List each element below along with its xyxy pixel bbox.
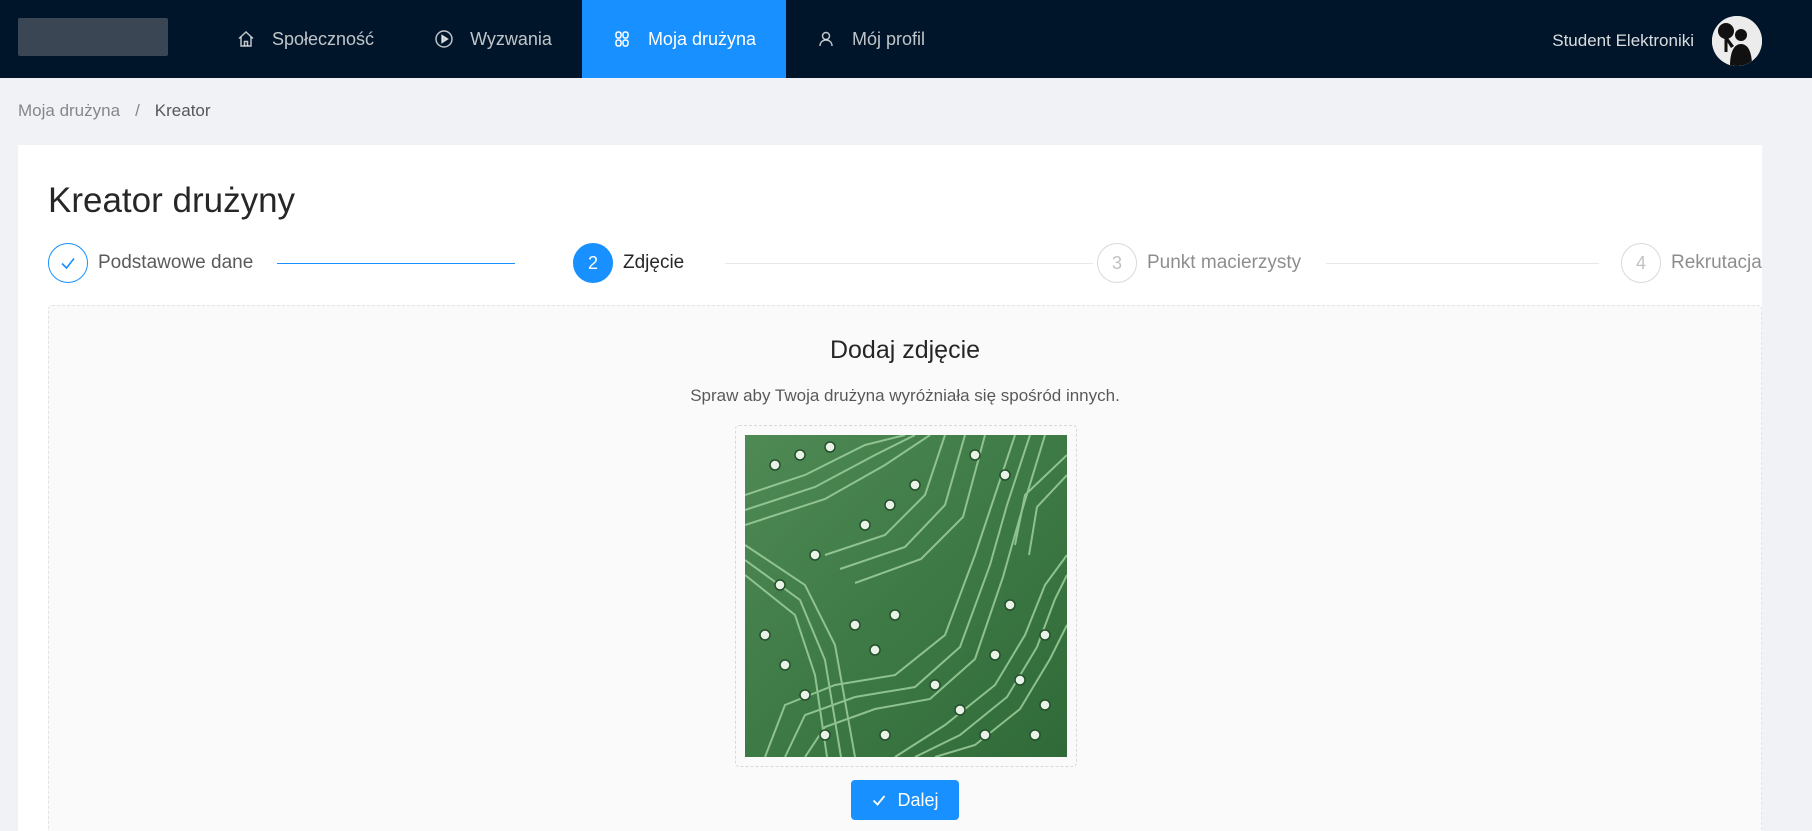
play-circle-icon bbox=[434, 29, 454, 49]
breadcrumb: Moja drużyna / Kreator bbox=[18, 101, 211, 121]
step-photo: 2 Zdjęcie bbox=[573, 243, 684, 283]
user-name: Student Elektroniki bbox=[1552, 31, 1694, 50]
user-menu[interactable]: Student Elektroniki bbox=[1552, 16, 1762, 66]
photo-upload-box[interactable] bbox=[735, 425, 1077, 767]
main-nav: Społeczność Wyzwania Moja drużyna Mój pr… bbox=[206, 0, 955, 78]
step-home-point: 3 Punkt macierzysty bbox=[1097, 243, 1301, 283]
logo[interactable] bbox=[18, 18, 168, 56]
breadcrumb-separator: / bbox=[135, 101, 140, 120]
step-number: 4 bbox=[1621, 243, 1661, 283]
step-title: Podstawowe dane bbox=[98, 252, 254, 273]
step-title: Zdjęcie bbox=[623, 252, 685, 273]
panel-title: Dodaj zdjęcie bbox=[829, 336, 981, 364]
home-icon bbox=[236, 29, 256, 49]
step-number: 2 bbox=[573, 243, 613, 283]
next-button[interactable]: Dalej bbox=[851, 780, 959, 820]
step-title: Rekrutacja bbox=[1671, 252, 1762, 273]
nav-item-community[interactable]: Społeczność bbox=[206, 0, 404, 78]
step-connector bbox=[1326, 263, 1599, 264]
nav-item-label: Społeczność bbox=[272, 28, 375, 49]
top-header: Społeczność Wyzwania Moja drużyna Mój pr… bbox=[0, 0, 1812, 78]
step-number: 3 bbox=[1097, 243, 1137, 283]
nav-item-my-team[interactable]: Moja drużyna bbox=[581, 0, 786, 78]
panel-subtitle: Spraw aby Twoja drużyna wyróżniała się s… bbox=[690, 386, 1120, 405]
nav-item-my-profile[interactable]: Mój profil bbox=[786, 0, 955, 78]
breadcrumb-item-creator: Kreator bbox=[154, 101, 211, 120]
step-title: Punkt macierzysty bbox=[1147, 252, 1302, 273]
nav-item-label: Moja drużyna bbox=[647, 28, 756, 49]
photo-upload-panel: Dodaj zdjęcie Spraw aby Twoja drużyna wy… bbox=[48, 305, 1762, 831]
step-recruitment: 4 Rekrutacja bbox=[1621, 243, 1762, 283]
circuit-board-image bbox=[745, 435, 1067, 757]
step-connector bbox=[277, 263, 515, 264]
step-basic-data: Podstawowe dane bbox=[48, 243, 253, 283]
nav-item-label: Wyzwania bbox=[470, 28, 552, 49]
nav-item-label: Mój profil bbox=[852, 28, 926, 49]
team-icon bbox=[612, 29, 632, 49]
avatar[interactable] bbox=[1712, 16, 1762, 66]
user-icon bbox=[816, 29, 836, 49]
check-icon bbox=[873, 795, 886, 806]
page-title: Kreator drużyny bbox=[48, 181, 296, 220]
breadcrumb-item-my-team[interactable]: Moja drużyna bbox=[18, 101, 120, 121]
nav-item-challenges[interactable]: Wyzwania bbox=[404, 0, 582, 78]
step-check-icon bbox=[48, 243, 88, 283]
step-connector bbox=[725, 263, 1093, 264]
next-button-label: Dalej bbox=[897, 789, 939, 810]
content-card: Kreator drużyny Podstawowe dane 2 Zdjęci… bbox=[18, 145, 1762, 831]
steps: Podstawowe dane 2 Zdjęcie 3 Punkt macier… bbox=[48, 243, 1762, 283]
